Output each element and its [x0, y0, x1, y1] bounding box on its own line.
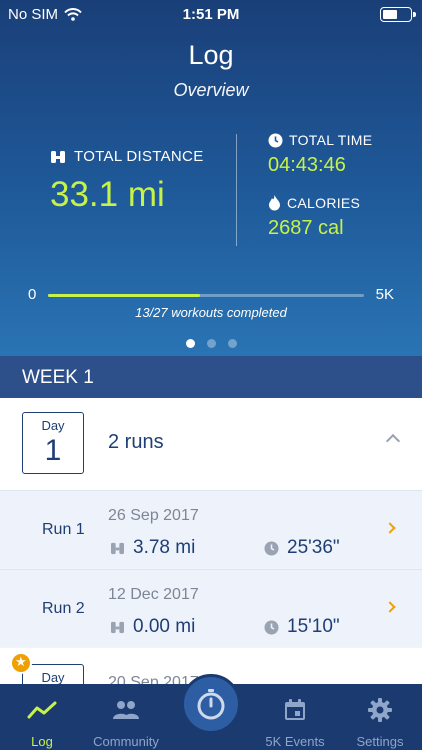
shoes-icon	[111, 621, 124, 633]
day-badge-number: 1	[44, 434, 62, 467]
shoes-icon	[111, 542, 124, 554]
achievement-badge-icon	[10, 652, 32, 674]
tab-5k-events[interactable]: 5K Events	[253, 696, 337, 749]
gear-icon	[368, 698, 392, 722]
stats-divider	[236, 134, 237, 246]
tab-label: 5K Events	[265, 734, 325, 749]
calories-stat: CALORIES 2687 cal	[268, 195, 360, 240]
clock-icon	[264, 620, 279, 634]
calories-value: 2687 cal	[268, 217, 344, 239]
run-distance: 0.00 mi	[133, 616, 196, 637]
week-header: WEEK 1	[0, 356, 422, 398]
run-name: Run 1	[42, 521, 85, 538]
progress-end-label: 5K	[375, 286, 394, 303]
flame-icon	[269, 195, 280, 211]
shoes-icon	[51, 150, 65, 163]
tab-label: Community	[93, 734, 159, 749]
program-progress: 0 5K 13/27 workouts completed	[0, 284, 422, 324]
tab-label: Settings	[356, 734, 404, 749]
clock-icon	[268, 133, 283, 147]
people-icon	[113, 701, 139, 719]
tab-log[interactable]: Log	[0, 696, 84, 749]
chevron-up-icon[interactable]	[385, 433, 401, 449]
progress-track	[48, 294, 364, 297]
status-time: 1:51 PM	[182, 6, 240, 23]
overview-header: No SIM 1:51 PM Log Overview TOTAL DISTAN…	[0, 0, 422, 356]
tab-label: Log	[31, 734, 53, 749]
start-workout-button[interactable]	[181, 674, 241, 734]
total-time-stat: TOTAL TIME 04:43:46	[268, 132, 372, 177]
day-row[interactable]: Day 1 2 runs	[0, 398, 422, 490]
day-badge-label: Day	[41, 418, 65, 433]
total-distance-value: 33.1 mi	[50, 175, 165, 214]
progress-fill	[48, 294, 201, 297]
page-indicator[interactable]	[0, 339, 422, 348]
trend-line-icon	[27, 701, 57, 719]
calendar-icon	[285, 699, 305, 720]
run-row[interactable]: Run 1 26 Sep 2017 3.78 mi 25'36"	[0, 490, 422, 568]
week-label: WEEK 1	[22, 367, 94, 388]
total-distance-stat: TOTAL DISTANCE 33.1 mi	[50, 148, 204, 215]
clock-icon	[264, 541, 279, 555]
total-time-label: TOTAL TIME	[289, 132, 373, 148]
tab-community[interactable]: Community	[84, 696, 168, 749]
stopwatch-icon	[197, 689, 225, 720]
progress-caption: 13/27 workouts completed	[135, 305, 287, 320]
run-date: 26 Sep 2017	[108, 507, 199, 524]
page-subtitle: Overview	[173, 80, 249, 100]
run-name: Run 2	[42, 600, 85, 617]
page-title: Log	[188, 40, 234, 70]
run-distance: 3.78 mi	[133, 537, 196, 558]
run-duration: 15'10"	[287, 616, 340, 637]
calories-label: CALORIES	[287, 195, 361, 211]
total-time-value: 04:43:46	[268, 154, 346, 176]
tab-settings[interactable]: Settings	[338, 696, 422, 749]
status-bar: No SIM 1:51 PM	[0, 0, 422, 30]
total-distance-label: TOTAL DISTANCE	[74, 148, 204, 165]
run-date: 12 Dec 2017	[108, 586, 199, 603]
run-duration: 25'36"	[287, 537, 340, 558]
chevron-right-icon[interactable]	[384, 522, 396, 534]
page-dot[interactable]	[227, 339, 237, 348]
chevron-right-icon[interactable]	[384, 601, 396, 613]
day-badge: Day 1	[22, 412, 84, 474]
page-dot[interactable]	[185, 339, 195, 348]
day-summary: 2 runs	[108, 431, 164, 453]
page-dot[interactable]	[206, 339, 216, 348]
run-row[interactable]: Run 2 12 Dec 2017 0.00 mi 15'10"	[0, 569, 422, 647]
progress-start-label: 0	[28, 286, 37, 303]
day-badge-label: Day	[41, 670, 65, 685]
battery-icon	[380, 7, 416, 22]
